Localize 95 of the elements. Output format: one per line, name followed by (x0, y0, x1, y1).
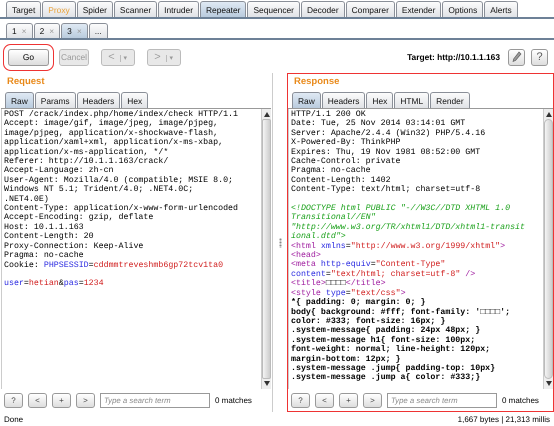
code-line: color: #333; font-size: 16px; } (291, 316, 446, 326)
code-line: Pragma: no-cache (4, 251, 85, 260)
code-line: Cache-Control: private (291, 157, 402, 166)
request-tab[interactable]: 3 × (61, 23, 88, 38)
tool-tab[interactable]: Sequencer (247, 1, 300, 17)
view-tab[interactable]: Headers (76, 92, 120, 108)
scroll-up-icon (546, 112, 552, 117)
code-line: POST /crack/index.php/home/index/check HTTP/1.1 (4, 110, 240, 119)
code-line: <!DOCTYPE html PUBLIC "-//W3C//DTD XHTML 1.0 (291, 204, 512, 214)
request-tab[interactable]: 2 × (34, 23, 60, 38)
code-line: application/x-ms-application, */* (4, 148, 170, 157)
code-line: <head> (291, 251, 322, 260)
code-line: User-Agent: Mozilla/4.0 (compatible; MSIE 8.0; (4, 176, 234, 185)
scroll-down-icon (264, 381, 270, 386)
next-button[interactable]: > (363, 392, 382, 408)
request-tab[interactable]: 1 × (6, 23, 33, 38)
code-line: Content-Type: text/html; charset=utf-8 (291, 185, 482, 195)
splitter-handle[interactable] (278, 238, 282, 248)
code-line: application/xaml+xml, application/x-ms-xbap, (4, 138, 224, 148)
code-line: .system-message .jump a{ color: #333;} (291, 373, 482, 383)
code-line: "http://www.w3.org/TR/xhtml1/DTD/xhtml1-transit (291, 222, 526, 232)
tool-tab[interactable]: Options (442, 1, 484, 17)
code-line: user=hetian&pas=1234 (4, 279, 105, 289)
code-line: Accept: image/gif, image/jpeg, image/pjpeg, (4, 119, 220, 129)
view-tab[interactable]: Raw (292, 92, 321, 108)
code-line: *{ padding: 0; margin: 0; } (291, 298, 426, 308)
request-tab[interactable]: ... (88, 23, 108, 38)
panel-title: Response (293, 75, 340, 88)
code-line: Referer: http://10.1.1.163/crack/ (4, 157, 170, 166)
code-line: content="text/html; charset=utf-8" /> (291, 270, 476, 279)
view-tab[interactable]: Hex (366, 92, 394, 108)
help-button[interactable]: ? (291, 392, 310, 408)
tool-tab[interactable]: Intruder (158, 1, 199, 17)
code-line: X-Powered-By: ThinkPHP (291, 138, 402, 148)
scrollbar[interactable] (261, 109, 271, 389)
previous-button[interactable]: < (28, 392, 47, 408)
tool-tab[interactable]: Comparer (346, 1, 395, 17)
code-line: .system-message h1{ font-size: 100px; (291, 336, 476, 345)
code-line: <style type="text/css"> (291, 288, 407, 298)
target-label: Target: http://10.1.1.163 (407, 52, 500, 62)
view-tab[interactable]: Hex (121, 92, 148, 108)
code-line: margin-bottom: 12px; } (291, 354, 402, 364)
view-tab[interactable]: Params (34, 92, 76, 108)
code-line: Proxy-Connection: Keep-Alive (4, 242, 144, 251)
panel-title: Request (6, 75, 46, 88)
code-line: HTTP/1.1 200 OK (291, 110, 367, 120)
code-line: Pragma: no-cache (291, 166, 372, 176)
tool-tab[interactable]: Spider (76, 1, 113, 17)
view-tab[interactable]: Raw (5, 92, 34, 108)
scroll-down-icon (546, 381, 552, 386)
code-line: ional.dtd"> (291, 232, 347, 242)
code-line: Host: 10.1.1.163 (4, 222, 85, 232)
add-button[interactable]: + (52, 392, 71, 408)
code-line: Server: Apache/2.4.4 (Win32) PHP/5.4.16 (291, 128, 486, 138)
code-line: Transitional//EN" (291, 213, 377, 223)
scrollbar[interactable] (543, 109, 553, 389)
help-button[interactable]: ? (531, 48, 548, 66)
code-line: Cookie: PHPSESSID=cddmmtreveshmb6gp72tcv1ta0 (4, 260, 224, 270)
tool-tab[interactable]: Scanner (114, 1, 158, 17)
tool-tab[interactable]: Decoder (300, 1, 345, 17)
code-line: <html xmlns="http://www.w3.org/1999/xhtml"> (291, 242, 506, 251)
view-tab[interactable]: Headers (322, 92, 366, 108)
code-line: Windows NT 5.1; Trident/4.0; .NET4.0C; (4, 185, 194, 195)
help-button[interactable]: ? (4, 392, 23, 408)
previous-button[interactable]: < (315, 392, 334, 408)
code-line: <meta http-equiv="Content-Type" (291, 260, 446, 270)
status-text: Done (4, 414, 24, 424)
edit-target-button[interactable] (508, 48, 525, 66)
code-line: .system-message .jump{ padding-top: 10px} (291, 364, 496, 373)
add-button[interactable]: + (339, 392, 358, 408)
code-line: Accept-Encoding: gzip, deflate (4, 213, 154, 223)
next-button[interactable]: > (76, 392, 95, 408)
match-count: 0 matches (502, 396, 539, 404)
code-line: .NET4.0E) (4, 194, 50, 204)
code-line: Content-Length: 1402 (291, 176, 392, 185)
match-count: 0 matches (215, 396, 252, 404)
tool-tab[interactable]: Extender (396, 1, 442, 17)
code-line: Accept-Language: zh-cn (4, 166, 115, 176)
tool-tab[interactable]: Target (6, 1, 42, 17)
view-tab[interactable]: Render (430, 92, 470, 108)
pencil-icon (512, 51, 522, 63)
code-line: Content-Length: 20 (4, 232, 95, 242)
scroll-up-icon (264, 112, 270, 117)
tool-tab[interactable]: Alerts (484, 1, 518, 17)
code-line: image/pjpeg, application/x-shockwave-flash, (4, 128, 220, 138)
code-line: Expires: Thu, 19 Nov 1981 08:52:00 GMT (291, 148, 482, 157)
code-line: font-weight: normal; line-height: 120px; (291, 345, 492, 355)
response-stats: 1,667 bytes | 21,313 millis (458, 414, 550, 424)
code-line: Date: Tue, 25 Nov 2014 03:14:01 GMT (291, 119, 466, 129)
tool-tab[interactable]: Repeater (200, 1, 246, 17)
code-line: .system-message{ padding: 24px 48px; } (291, 326, 482, 336)
code-line: Content-Type: application/x-www-form-urlencoded (4, 204, 240, 214)
code-line: <title>□□□□</title> (291, 279, 387, 289)
code-line: body{ background: #fff; font-family: '□□□□'; (291, 308, 512, 317)
view-tab[interactable]: HTML (394, 92, 430, 108)
